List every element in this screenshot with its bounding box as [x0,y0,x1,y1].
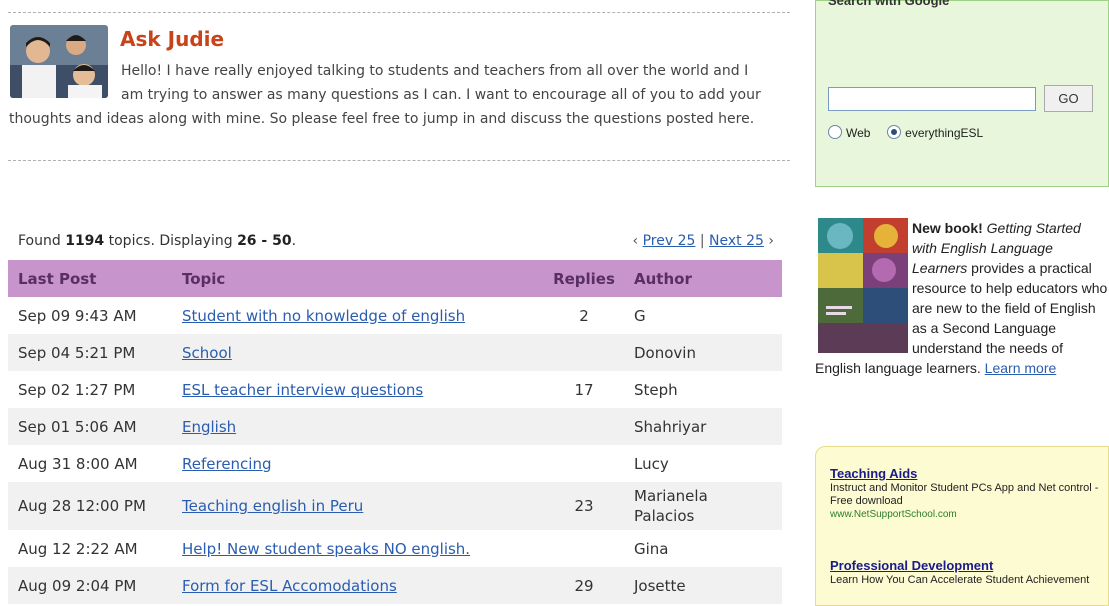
row-replies [544,408,624,445]
row-replies: 29 [544,567,624,604]
row-author: Shahriyar [624,408,782,445]
display-range: 26 - 50 [237,233,292,249]
row-author: Donovin [624,334,782,371]
ad-teaching-aids[interactable]: Teaching Aids Instruct and Monitor Stude… [830,465,1100,521]
row-replies [544,334,624,371]
ad-body: Instruct and Monitor Student PCs App and… [830,482,1099,507]
ask-judie-title: Ask Judie [120,27,225,51]
web-radio[interactable] [828,125,842,139]
table-row: Sep 04 5:21 PM School Donovin [8,334,782,371]
summary-mid: topics. Displaying [104,233,238,249]
everythingesl-radio[interactable] [887,125,902,139]
row-last-post: Sep 09 9:43 AM [18,306,137,325]
row-last-post: Aug 28 12:00 PM [8,482,172,530]
topic-link[interactable]: Student with no knowledge of english [182,307,465,325]
ads-box: Teaching Aids Instruct and Monitor Stude… [815,446,1109,606]
go-button[interactable]: GO [1044,85,1093,112]
header-last-post[interactable]: Last Post [8,260,172,297]
learn-more-link[interactable]: Learn more [985,360,1057,376]
topic-link[interactable]: Teaching english in Peru [182,497,363,515]
row-author: G [634,306,646,325]
ad-professional-development[interactable]: Professional Development Learn How You C… [830,557,1100,587]
row-replies [544,445,624,482]
new-book-label: New book! [912,220,983,236]
topic-link[interactable]: School [182,344,232,362]
search-title: Search with Google [828,0,950,8]
row-replies: 23 [544,482,624,530]
ad-url[interactable]: www.NetSupportSchool.com [830,508,1100,521]
row-author: Gina [634,539,669,558]
prev-page-link[interactable]: Prev 25 [643,233,696,249]
book-cover-image[interactable] [818,218,908,353]
table-header-row: Last Post Topic Replies Author [8,260,782,297]
topic-count: 1194 [65,233,105,249]
table-row: Sep 09 9:43 AM Student with no knowledge… [8,297,782,334]
row-author: Marianela Palacios [624,482,782,530]
intro-divider [8,160,790,161]
ask-judie-intro: Hello! I have really enjoyed talking to … [9,59,774,131]
row-replies: 2 [579,306,589,325]
table-row: Aug 28 12:00 PM Teaching english in Peru… [8,482,782,530]
row-replies: 17 [574,380,594,399]
topics-summary: Found 1194 topics. Displaying 26 - 50. [18,233,296,249]
row-topic: Teaching english in Peru [172,482,544,530]
row-author: Lucy [634,454,669,473]
prev-arrow-icon: ‹ [632,233,639,249]
table-row: Sep 01 5:06 AM English Shahriyar [8,408,782,445]
row-author: Steph [634,380,678,399]
row-last-post: Sep 01 5:06 AM [8,408,172,445]
header-topic[interactable]: Topic [172,260,544,297]
row-topic: English [172,408,544,445]
row-topic: Help! New student speaks NO english. [172,530,544,567]
everythingesl-radio-label: everythingESL [905,126,984,140]
row-topic: Form for ESL Accomodations [172,567,544,604]
web-radio-label: Web [846,126,871,140]
row-last-post: Sep 02 1:27 PM [18,380,136,399]
sidebar: Search with Google GO Web everythingESL [815,0,1109,606]
header-replies[interactable]: Replies [544,260,624,297]
row-last-post: Aug 09 2:04 PM [8,567,172,604]
header-author[interactable]: Author [624,260,782,297]
pager-separator: | [699,233,705,249]
table-row: Sep 02 1:27 PM ESL teacher interview que… [8,371,782,408]
row-topic: School [172,334,544,371]
ad-title[interactable]: Teaching Aids [830,465,1100,482]
topic-link[interactable]: Form for ESL Accomodations [182,577,397,595]
topic-link[interactable]: ESL teacher interview questions [182,381,423,399]
search-input[interactable] [828,87,1036,111]
ad-body: Learn How You Can Accelerate Student Ach… [830,574,1090,586]
search-scope: Web everythingESL [828,125,983,140]
pager: ‹ Prev 25 | Next 25 › [633,233,774,249]
summary-end: . [291,233,297,249]
topic-link[interactable]: Help! New student speaks NO english. [182,540,470,558]
ad-title[interactable]: Professional Development [830,557,1100,574]
forum-main: Ask Judie Hello! I have really enjoyed t… [0,0,790,604]
row-topic: ESL teacher interview questions [172,371,544,408]
row-topic: Student with no knowledge of english [172,297,544,334]
topic-link[interactable]: English [182,418,236,436]
row-last-post: Aug 31 8:00 AM [18,454,138,473]
table-row: Aug 12 2:22 AM Help! New student speaks … [8,530,782,567]
summary-prefix: Found [18,233,66,249]
next-page-link[interactable]: Next 25 [709,233,764,249]
topic-link[interactable]: Referencing [182,455,272,473]
top-divider [8,12,790,13]
row-last-post: Sep 04 5:21 PM [8,334,172,371]
book-promo: New book! Getting Started with English L… [815,218,1109,378]
table-row: Aug 31 8:00 AM Referencing Lucy [8,445,782,482]
table-row: Aug 09 2:04 PM Form for ESL Accomodation… [8,567,782,604]
topics-table: Last Post Topic Replies Author Sep 09 9:… [8,260,782,604]
next-arrow-icon: › [768,233,774,249]
row-replies [544,530,624,567]
row-last-post: Aug 12 2:22 AM [18,539,138,558]
row-author: Josette [624,567,782,604]
google-search-box: Search with Google GO Web everythingESL [815,0,1109,187]
row-topic: Referencing [172,445,544,482]
intro-text: Hello! I have really enjoyed talking to … [9,63,761,127]
